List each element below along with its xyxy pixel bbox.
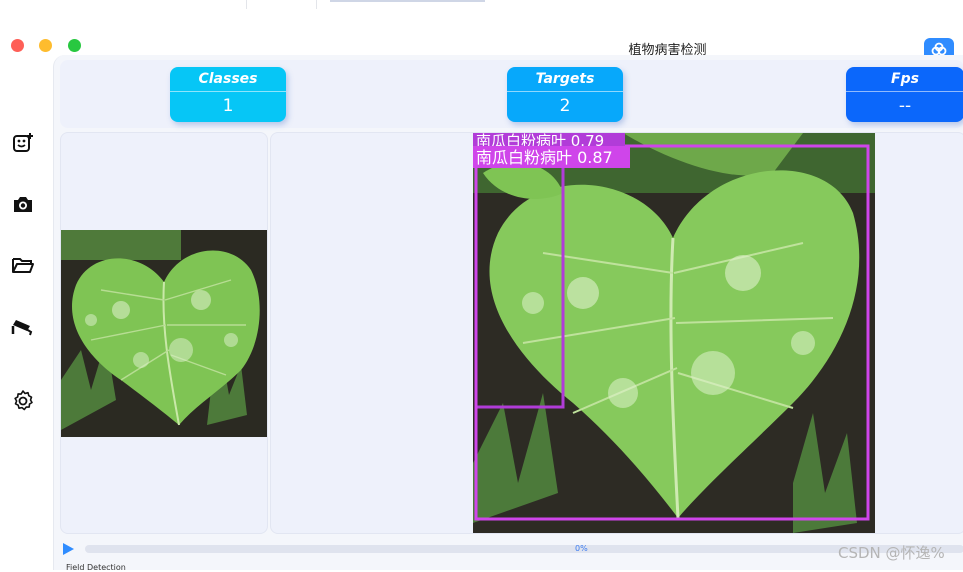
targets-card: Targets 2	[507, 67, 623, 122]
original-image-panel	[60, 132, 268, 534]
classes-card: Classes 1	[170, 67, 286, 122]
camera-icon[interactable]	[11, 192, 35, 216]
folder-open-icon[interactable]	[11, 253, 35, 277]
main-area: Classes 1 Targets 2 Fps -- 南瓜白粉病叶 0.79 南…	[53, 55, 963, 572]
tab-segment	[246, 0, 317, 9]
card-divider	[170, 91, 286, 92]
maximize-window-button[interactable]	[68, 39, 81, 52]
play-icon[interactable]	[63, 543, 74, 555]
watermark: CSDN @怀逸%	[838, 544, 945, 562]
mode-caption: Field Detection	[66, 563, 126, 572]
fps-value: --	[898, 96, 912, 116]
card-divider	[507, 91, 623, 92]
card-divider	[846, 91, 963, 92]
minimize-window-button[interactable]	[39, 39, 52, 52]
tab-indicator	[330, 0, 485, 2]
close-window-button[interactable]	[11, 39, 24, 52]
original-leaf-image	[61, 230, 267, 437]
image-add-icon[interactable]	[11, 131, 35, 155]
detection-result-image: 南瓜白粉病叶 0.79 南瓜白粉病叶 0.87	[473, 133, 875, 533]
progress-slider[interactable]: 0%	[85, 544, 963, 553]
detection-label-2: 南瓜白粉病叶 0.87	[476, 148, 613, 167]
fps-card: Fps --	[846, 67, 963, 122]
playback-bar: 0%	[60, 541, 963, 559]
settings-gear-icon[interactable]	[11, 389, 35, 413]
targets-label: Targets	[535, 71, 595, 87]
detection-result-panel: 南瓜白粉病叶 0.79 南瓜白粉病叶 0.87	[270, 132, 963, 534]
window-titlebar: 植物病害检测	[0, 10, 963, 62]
sidebar	[0, 55, 52, 570]
classes-value: 1	[222, 96, 234, 116]
targets-value: 2	[559, 96, 571, 116]
stats-header: Classes 1 Targets 2 Fps --	[60, 60, 963, 128]
progress-percent: 0%	[575, 544, 588, 553]
video-camera-icon[interactable]	[11, 314, 35, 338]
tab-segment	[0, 0, 247, 9]
fps-label: Fps	[891, 71, 919, 87]
classes-label: Classes	[198, 71, 258, 87]
